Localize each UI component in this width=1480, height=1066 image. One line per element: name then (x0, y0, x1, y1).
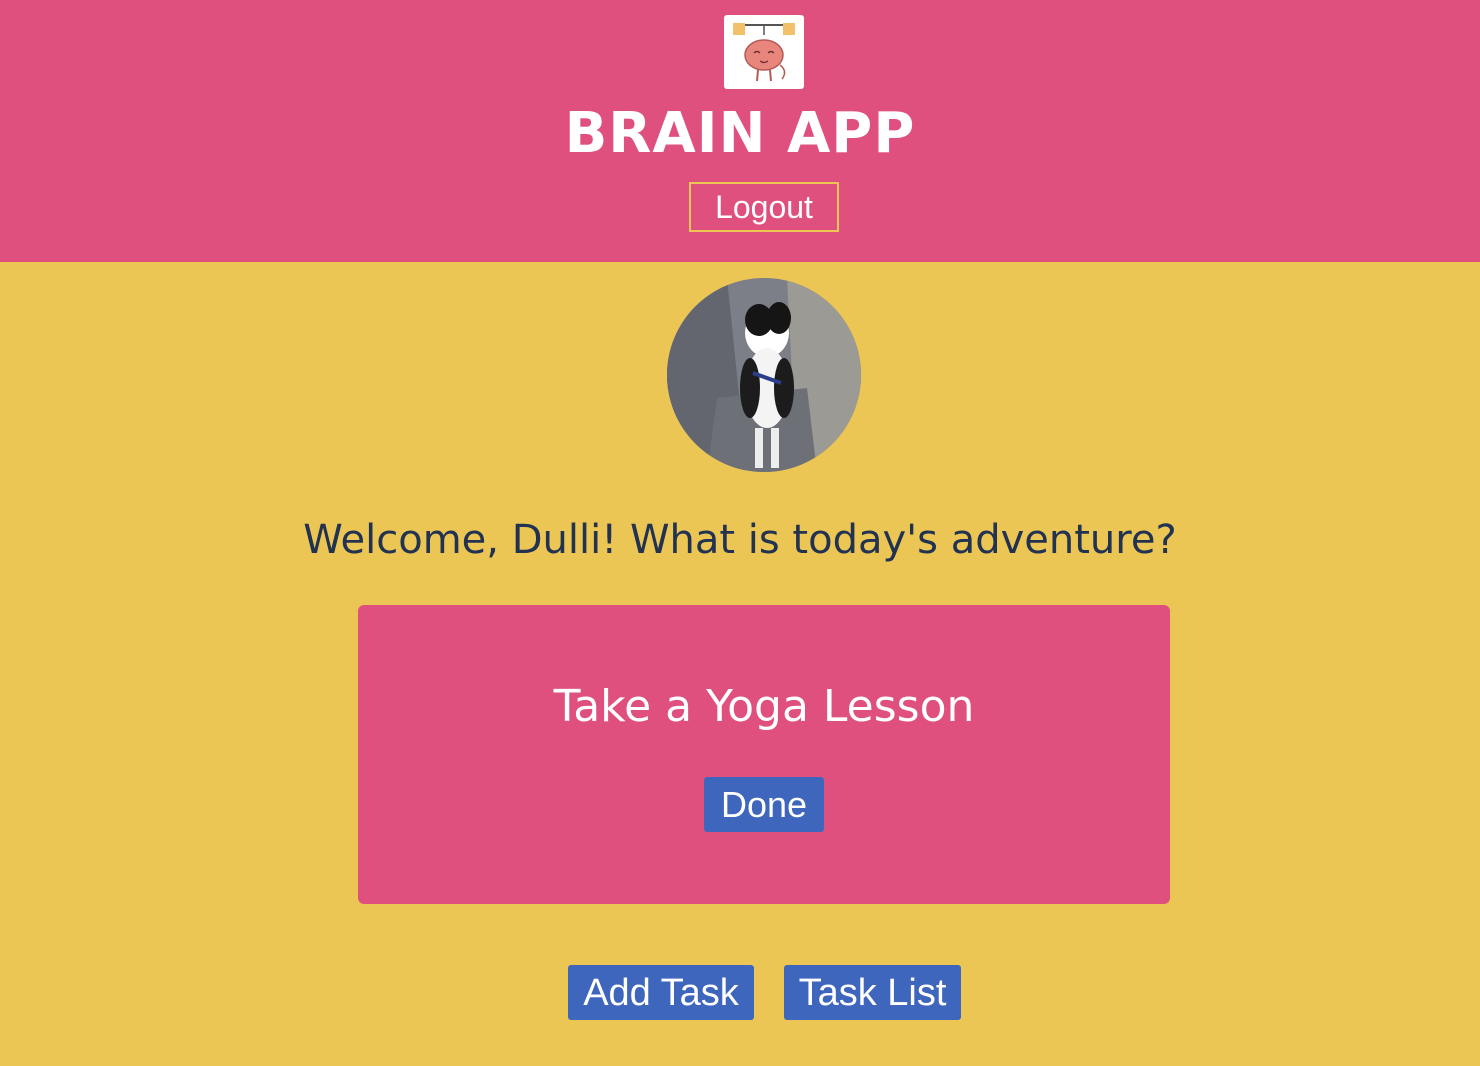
logout-button[interactable]: Logout (689, 182, 839, 232)
welcome-message: Welcome, Dulli! What is today's adventur… (303, 517, 1177, 563)
app-title: BRAIN APP (564, 101, 916, 166)
current-task-card: Take a Yoga Lesson Done (358, 605, 1170, 904)
task-list-button[interactable]: Task List (784, 965, 961, 1020)
add-task-button[interactable]: Add Task (568, 965, 754, 1020)
task-title: Take a Yoga Lesson (553, 681, 975, 732)
done-button[interactable]: Done (704, 777, 824, 832)
app-header: BRAIN APP Logout (0, 0, 1480, 262)
profile-avatar (667, 278, 861, 472)
brain-logo-icon (724, 15, 804, 89)
